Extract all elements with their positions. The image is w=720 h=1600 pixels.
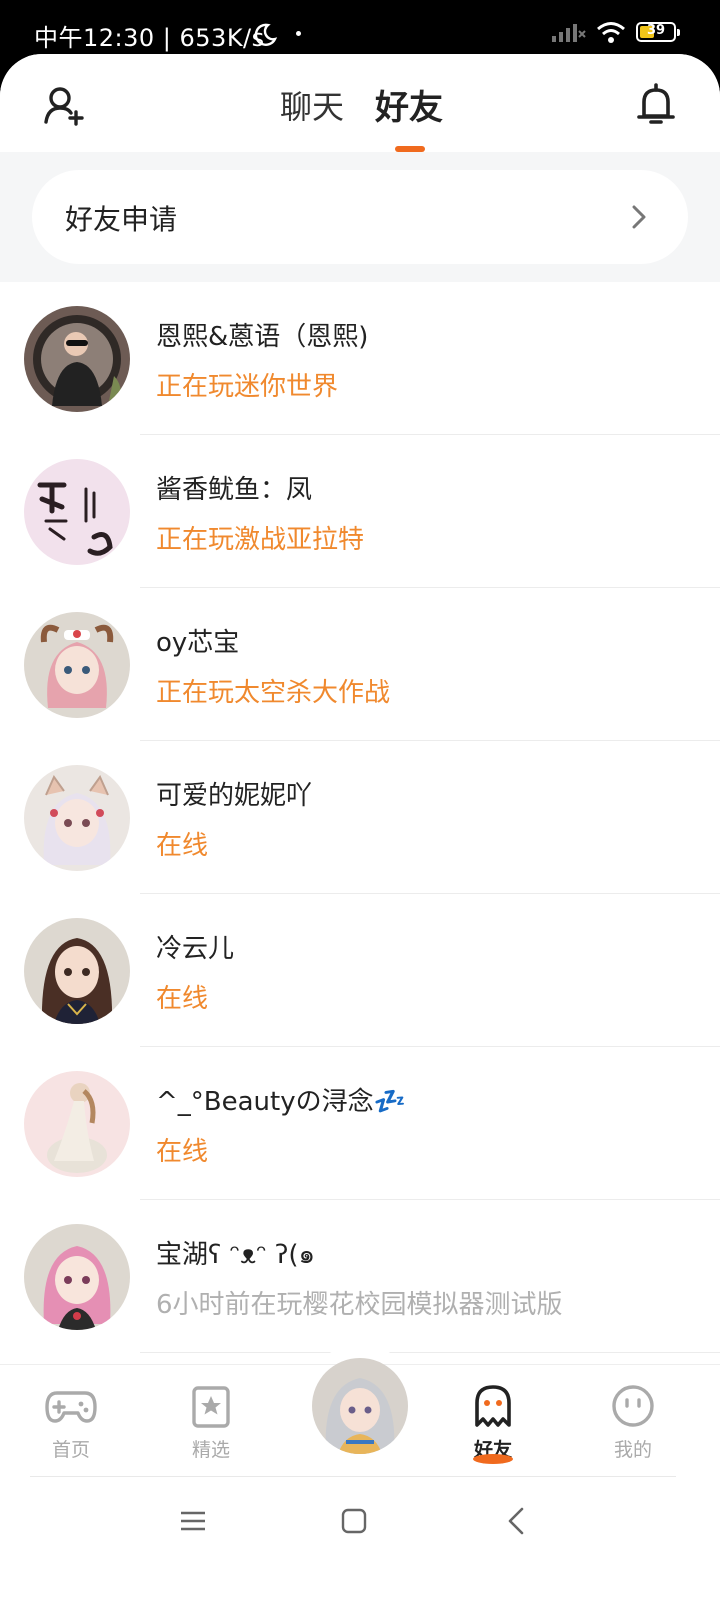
nav-me[interactable]: 我的 bbox=[588, 1383, 678, 1462]
chevron-right-icon bbox=[632, 205, 646, 229]
friend-status: 正在玩激战亚拉特 bbox=[156, 525, 365, 555]
nav-me-label: 我的 bbox=[613, 1439, 652, 1461]
nav-friends[interactable]: 好友 bbox=[448, 1383, 538, 1464]
battery-level: 39 bbox=[646, 23, 666, 38]
friend-row[interactable]: ^_°Beautyの浔念💤 在线 bbox=[0, 1047, 720, 1200]
friend-row[interactable]: 冷云儿 在线 bbox=[0, 894, 720, 1047]
friend-status: 正在玩迷你世界 bbox=[156, 372, 339, 402]
system-nav-bar bbox=[0, 1476, 720, 1600]
top-bar: 聊天 好友 bbox=[0, 54, 720, 152]
friend-name: 恩熙&蒽语（恩熙) bbox=[156, 322, 369, 352]
friend-avatar[interactable] bbox=[24, 459, 130, 565]
friend-avatar[interactable] bbox=[24, 306, 130, 412]
nav-divider bbox=[30, 1476, 676, 1477]
tab-chat[interactable]: 聊天 bbox=[280, 82, 344, 128]
menu-icon[interactable] bbox=[180, 1510, 206, 1532]
friend-request-section: 好友申请 bbox=[0, 152, 720, 282]
notification-dot bbox=[296, 31, 301, 36]
friend-request-label: 好友申请 bbox=[65, 203, 178, 236]
friend-avatar[interactable] bbox=[24, 765, 130, 871]
friend-name: 宝湖ʕ ᵔᴥᵔ ʔ(๑ bbox=[156, 1240, 315, 1270]
status-bar: 中午12:30 | 653K/s 39 bbox=[0, 0, 720, 62]
home-square-icon[interactable] bbox=[341, 1508, 367, 1534]
app-container: 聊天 好友 好友申请 恩熙&蒽语（恩熙) 正在玩迷你世界 酱香鱿鱼：凤 正在玩激… bbox=[0, 54, 720, 1600]
friend-row[interactable]: oy芯宝 正在玩太空杀大作战 bbox=[0, 588, 720, 741]
friend-row[interactable]: 酱香鱿鱼：凤 正在玩激战亚拉特 bbox=[0, 435, 720, 588]
do-not-disturb-moon-icon bbox=[254, 23, 278, 46]
friend-status: 正在玩太空杀大作战 bbox=[156, 678, 391, 708]
nav-home[interactable]: 首页 bbox=[26, 1383, 116, 1462]
bell-icon[interactable] bbox=[634, 82, 678, 128]
friend-avatar[interactable] bbox=[24, 612, 130, 718]
nav-featured-label: 精选 bbox=[191, 1439, 230, 1461]
friend-status: 在线 bbox=[156, 831, 209, 861]
friend-avatar[interactable] bbox=[24, 1224, 130, 1330]
center-avatar[interactable] bbox=[312, 1358, 408, 1454]
friend-name: 可爱的妮妮吖 bbox=[156, 781, 313, 811]
ghost-icon bbox=[475, 1385, 511, 1427]
signal-icon bbox=[552, 24, 586, 42]
friend-status: 在线 bbox=[156, 1137, 209, 1167]
friend-name: oy芯宝 bbox=[156, 628, 240, 658]
friend-name: 酱香鱿鱼：凤 bbox=[156, 475, 313, 505]
tab-friends[interactable]: 好友 bbox=[375, 80, 443, 129]
row-divider bbox=[140, 1352, 720, 1353]
friend-list: 恩熙&蒽语（恩熙) 正在玩迷你世界 酱香鱿鱼：凤 正在玩激战亚拉特 oy芯宝 正… bbox=[0, 282, 720, 1353]
star-card-icon bbox=[192, 1386, 230, 1428]
nav-home-label: 首页 bbox=[51, 1439, 90, 1461]
friend-row[interactable]: 可爱的妮妮吖 在线 bbox=[0, 741, 720, 894]
nav-featured[interactable]: 精选 bbox=[166, 1383, 256, 1462]
smiley-icon bbox=[612, 1385, 654, 1427]
back-icon[interactable] bbox=[507, 1507, 525, 1535]
status-time: 中午12:30 | 653K/s bbox=[34, 24, 265, 52]
wifi-icon bbox=[597, 22, 625, 43]
friend-avatar[interactable] bbox=[24, 1071, 130, 1177]
friend-row[interactable]: 恩熙&蒽语（恩熙) 正在玩迷你世界 bbox=[0, 282, 720, 435]
gamepad-icon bbox=[45, 1391, 97, 1423]
friend-status: 6小时前在玩樱花校园模拟器测试版 bbox=[156, 1290, 563, 1320]
friend-name: ^_°Beautyの浔念💤 bbox=[156, 1087, 406, 1117]
add-friend-icon[interactable] bbox=[42, 84, 86, 128]
friend-row[interactable]: 宝湖ʕ ᵔᴥᵔ ʔ(๑ 6小时前在玩樱花校园模拟器测试版 bbox=[0, 1200, 720, 1353]
friend-status: 在线 bbox=[156, 984, 209, 1014]
battery-icon: 39 bbox=[636, 22, 680, 42]
friend-name: 冷云儿 bbox=[156, 934, 235, 964]
friend-avatar[interactable] bbox=[24, 918, 130, 1024]
status-icons: 39 bbox=[552, 20, 680, 44]
friend-request-button[interactable]: 好友申请 bbox=[32, 170, 688, 264]
